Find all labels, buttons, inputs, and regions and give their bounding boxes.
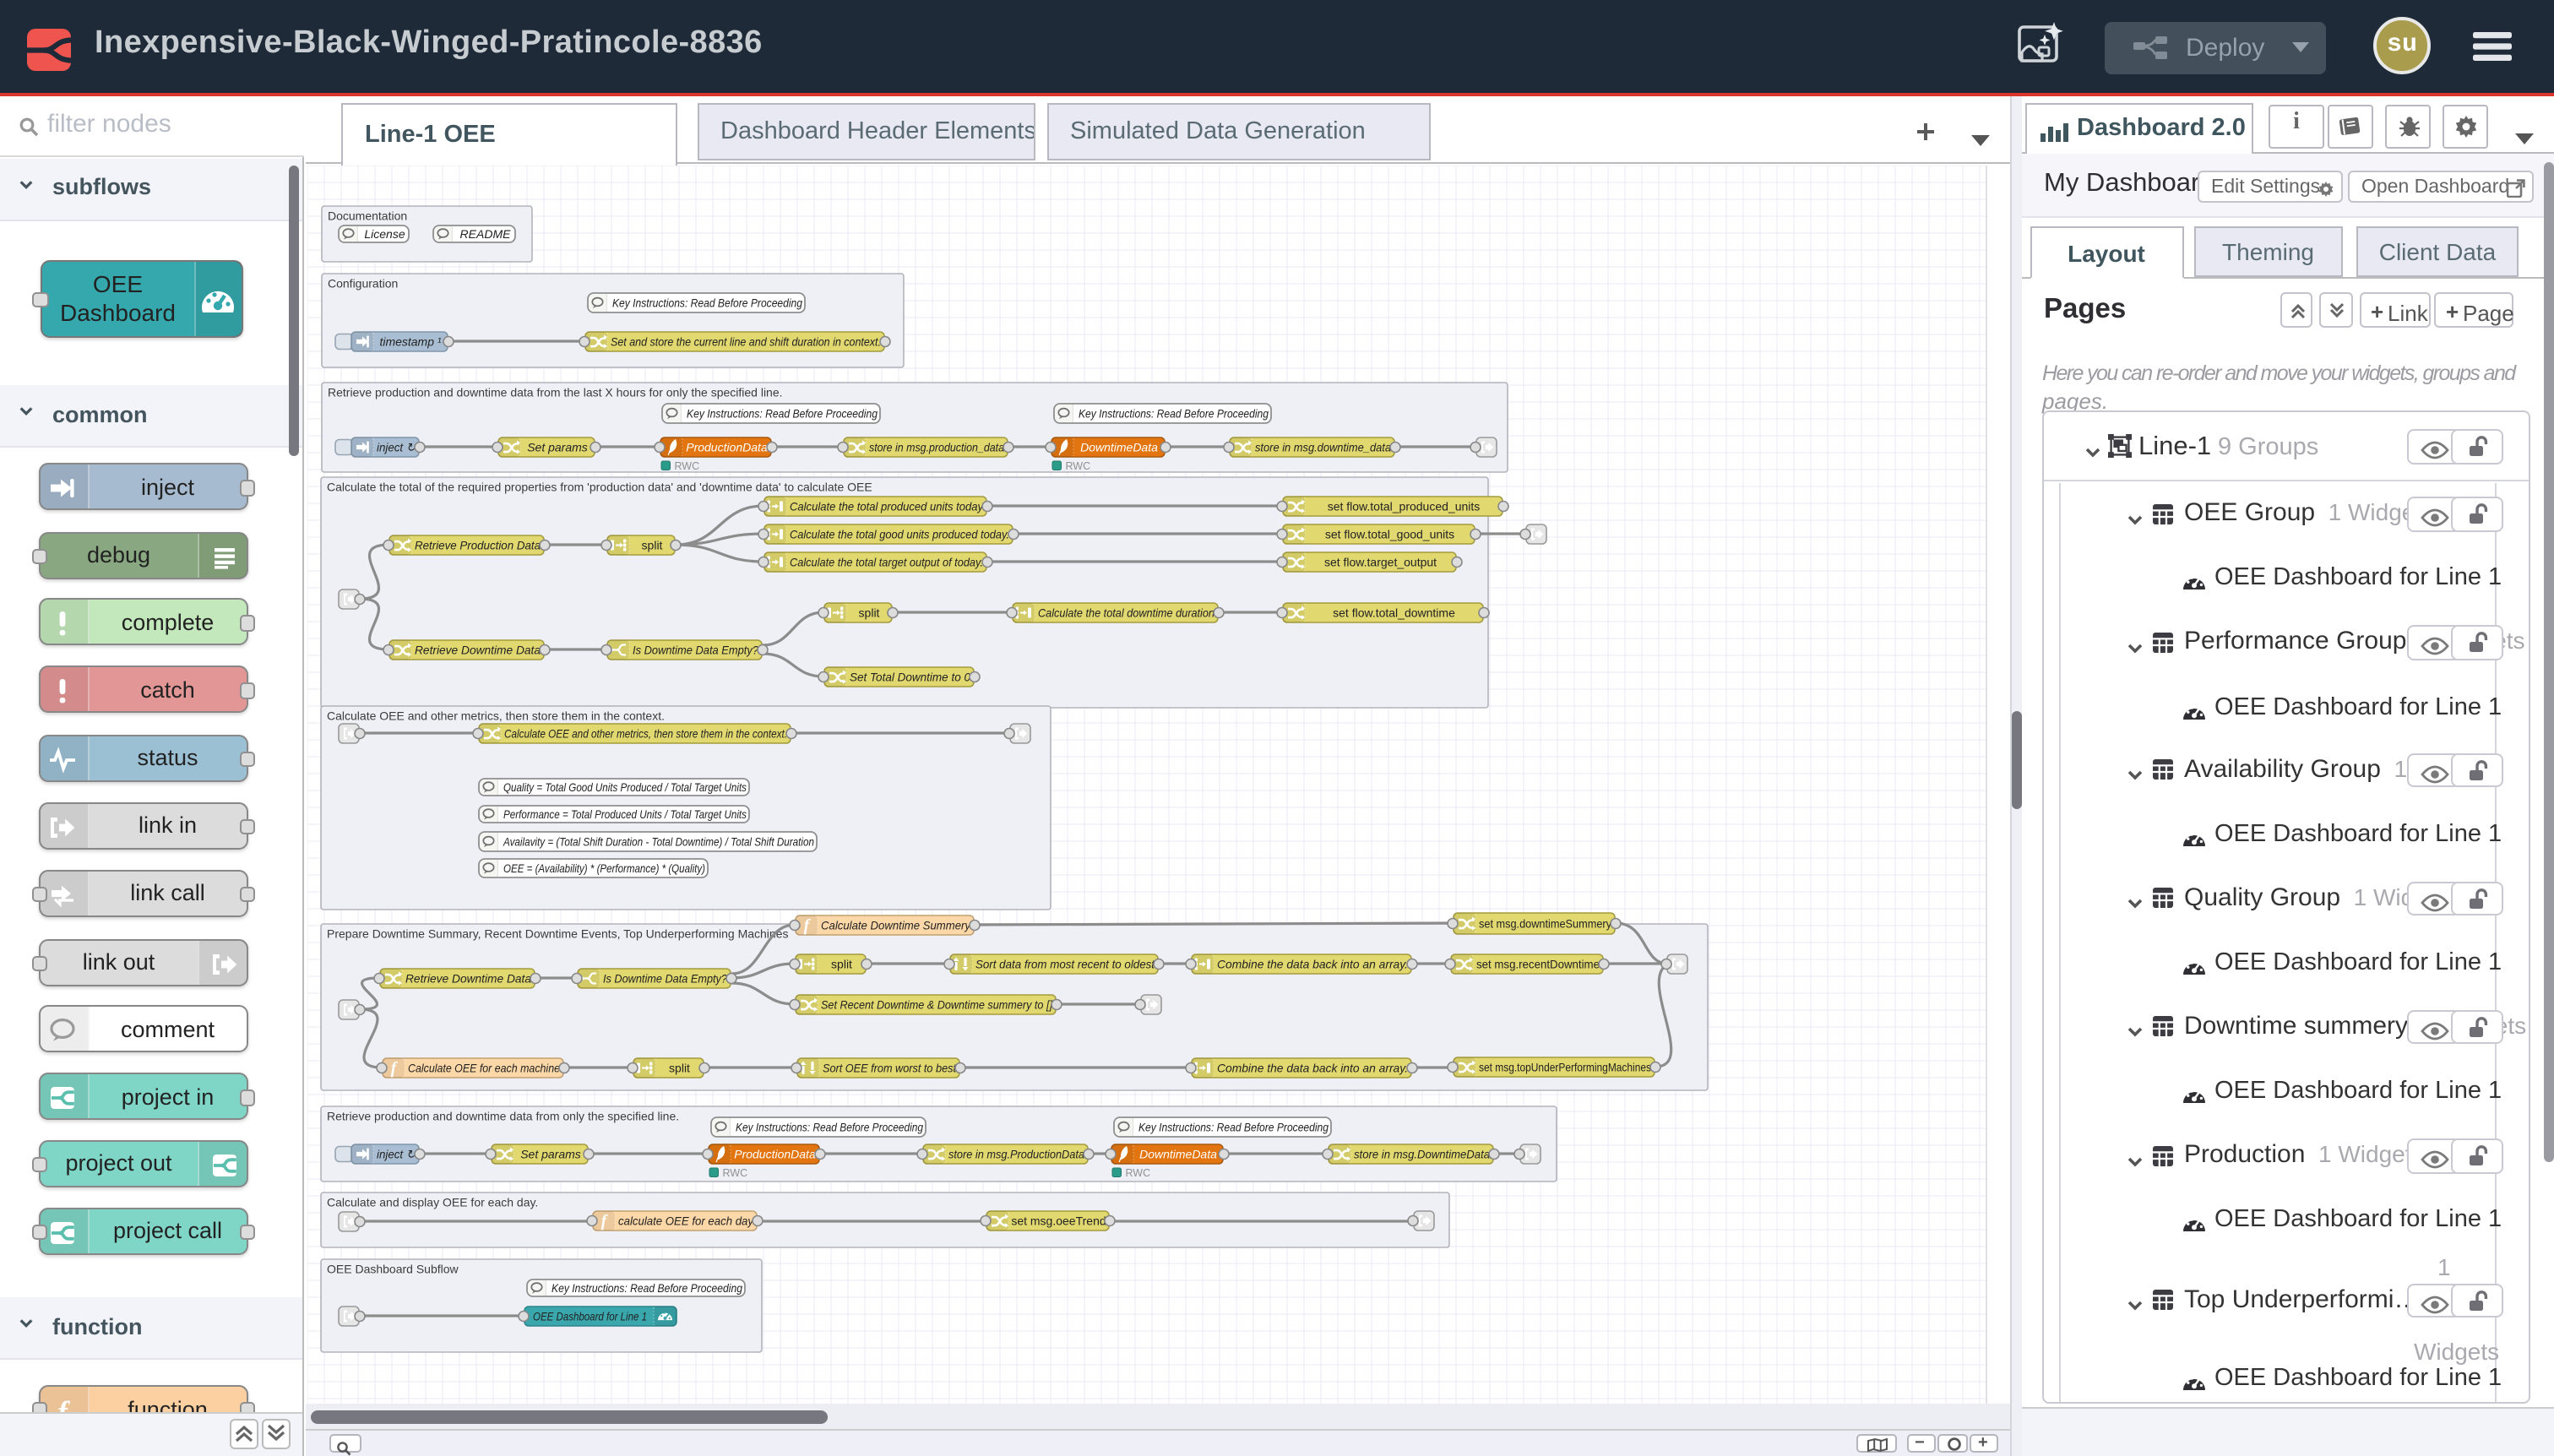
svg-text:split: split [859, 605, 880, 618]
svg-text:Availavity = (Total Shift Dura: Availavity = (Total Shift Duration - Tot… [503, 834, 814, 847]
svg-text:Set Total Downtime to 0: Set Total Downtime to 0 [850, 669, 970, 682]
svg-text:README: README [460, 226, 512, 240]
svg-text:Calculate the total produced u: Calculate the total produced units today [790, 498, 984, 512]
svg-text:RWC: RWC [1066, 459, 1091, 471]
svg-text:set msg.topUnderPerformingMach: set msg.topUnderPerformingMachines [1479, 1059, 1651, 1073]
svg-text:License: License [364, 226, 405, 240]
svg-text:Key Instructions: Read Before: Key Instructions: Read Before Proceeding [552, 1280, 742, 1294]
svg-text:inject ↻: inject ↻ [377, 439, 416, 453]
svg-text:Calculate OEE and other metric: Calculate OEE and other metrics, then st… [504, 725, 787, 739]
svg-text:Sort data from most recent to: Sort data from most recent to oldest [975, 956, 1155, 970]
svg-text:set flow.total_good_units: set flow.total_good_units [1325, 526, 1454, 540]
svg-text:store in msg.DowntimeData: store in msg.DowntimeData [1354, 1146, 1490, 1160]
svg-text:Configuration: Configuration [328, 276, 398, 290]
svg-text:set msg.oeeTrend: set msg.oeeTrend [1011, 1213, 1106, 1226]
svg-text:Combine the data back into an: Combine the data back into an array. [1217, 956, 1408, 970]
svg-text:OEE Dashboard Subflow: OEE Dashboard Subflow [327, 1262, 459, 1275]
svg-text:Retrieve production and downti: Retrieve production and downtime data fr… [327, 1109, 679, 1122]
svg-text:set msg.recentDowntime: set msg.recentDowntime [1476, 956, 1600, 970]
svg-text:DowntimeData: DowntimeData [1139, 1146, 1217, 1160]
svg-text:Is Downtime Data Empty?: Is Downtime Data Empty? [633, 642, 758, 655]
svg-text:Calculate the total target out: Calculate the total target output of tod… [790, 554, 983, 568]
svg-text:split: split [831, 956, 852, 970]
svg-text:set flow.total_produced_units: set flow.total_produced_units [1328, 498, 1481, 512]
svg-text:Calculate the total of the req: Calculate the total of the required prop… [327, 480, 872, 493]
svg-text:Retrieve Downtime Data: Retrieve Downtime Data [415, 642, 541, 655]
svg-text:Key Instructions: Read Before: Key Instructions: Read Before Proceeding [612, 295, 802, 308]
svg-text:Set Recent Downtime & Downtime: Set Recent Downtime & Downtime summery t… [821, 997, 1053, 1010]
svg-text:ProductionData: ProductionData [734, 1146, 816, 1160]
svg-text:Retrieve Production Data: Retrieve Production Data [415, 537, 541, 551]
svg-text:ProductionData: ProductionData [686, 439, 768, 453]
svg-text:Key Instructions: Read Before: Key Instructions: Read Before Proceeding [687, 405, 878, 419]
svg-text:Sort OEE from worst to best: Sort OEE from worst to best [823, 1060, 957, 1073]
svg-text:store in msg.downtime_data: store in msg.downtime_data [1255, 439, 1391, 453]
svg-text:DowntimeData: DowntimeData [1080, 439, 1158, 453]
svg-text:calculate OEE for each day: calculate OEE for each day [618, 1213, 754, 1226]
svg-text:RWC: RWC [675, 459, 700, 471]
svg-text:Performance = Total Produced U: Performance = Total Produced Units / Tot… [503, 807, 747, 820]
svg-text:Calculate the total good units: Calculate the total good units produced … [790, 526, 1009, 540]
svg-text:Documentation: Documentation [328, 209, 407, 222]
svg-text:Key Instructions: Read Before: Key Instructions: Read Before Proceeding [1079, 405, 1269, 419]
svg-text:Set params: Set params [527, 439, 588, 453]
svg-text:Set and store the current line: Set and store the current line and shift… [611, 334, 881, 347]
svg-text:Calculate the total downtime d: Calculate the total downtime duration [1038, 605, 1215, 618]
svg-text:inject ↻: inject ↻ [377, 1146, 416, 1160]
svg-text:store in msg.ProductionData: store in msg.ProductionData [948, 1146, 1084, 1160]
svg-text:Calculate and display OEE for: Calculate and display OEE for each day. [327, 1195, 538, 1209]
svg-text:split: split [669, 1060, 690, 1073]
svg-text:RWC: RWC [723, 1166, 748, 1178]
svg-text:Calculate Downtime Summery: Calculate Downtime Summery [821, 917, 971, 931]
svg-text:RWC: RWC [1126, 1166, 1151, 1178]
svg-text:store in msg.production_data: store in msg.production_data [869, 439, 1004, 453]
svg-text:Prepare Downtime Summary, Rece: Prepare Downtime Summary, Recent Downtim… [327, 926, 789, 940]
svg-text:set flow.target_output: set flow.target_output [1324, 554, 1437, 568]
svg-text:Retrieve production and downti: Retrieve production and downtime data fr… [328, 385, 783, 399]
svg-text:split: split [642, 537, 663, 551]
svg-text:OEE Dashboard for Line 1: OEE Dashboard for Line 1 [533, 1308, 647, 1322]
svg-text:Key Instructions: Read Before: Key Instructions: Read Before Proceeding [1138, 1119, 1329, 1133]
svg-text:set flow.total_downtime: set flow.total_downtime [1333, 605, 1455, 618]
svg-text:Calculate OEE and other metric: Calculate OEE and other metrics, then st… [327, 709, 665, 722]
svg-text:Key Instructions: Read Before: Key Instructions: Read Before Proceeding [736, 1119, 923, 1133]
svg-text:OEE = (Availability) * (Perfor: OEE = (Availability) * (Performance) * (… [503, 861, 705, 874]
svg-text:timestamp ¹: timestamp ¹ [379, 334, 441, 347]
svg-text:set msg.downtimeSummery: set msg.downtimeSummery [1479, 915, 1611, 929]
svg-text:Retrieve Downtime Data: Retrieve Downtime Data [405, 970, 531, 984]
svg-text:Is Downtime Data Empty?: Is Downtime Data Empty? [603, 970, 727, 984]
svg-text:Combine the data back into an: Combine the data back into an array. [1217, 1060, 1408, 1073]
svg-text:Set params: Set params [520, 1146, 581, 1160]
svg-text:Quality = Total Good Units Pro: Quality = Total Good Units Produced / To… [503, 780, 747, 793]
svg-text:Calculate OEE for each machine: Calculate OEE for each machine [408, 1060, 560, 1073]
